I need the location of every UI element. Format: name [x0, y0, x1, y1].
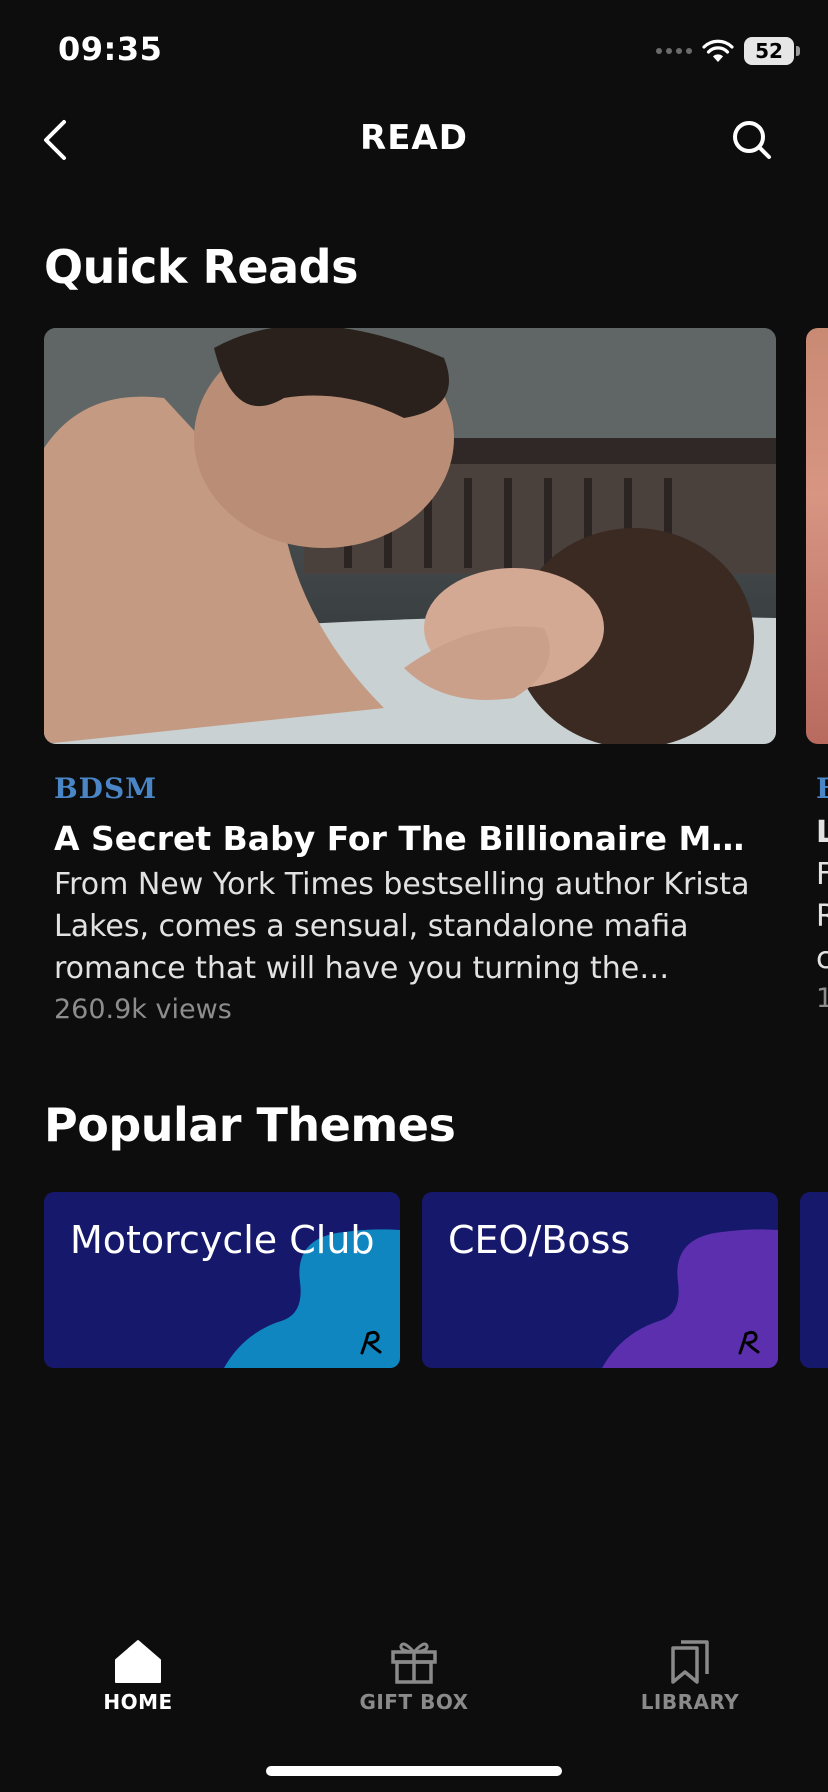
status-bar: 09:35 52 — [0, 0, 828, 100]
signal-icon — [656, 48, 692, 54]
quick-read-card[interactable]: BDSM A Secret Baby For The Billionaire M… — [44, 328, 776, 1025]
tab-gift-box[interactable]: GIFT BOX — [314, 1638, 514, 1714]
tab-library[interactable]: LIBRARY — [590, 1638, 790, 1714]
brand-logo-icon — [738, 1330, 760, 1355]
book-cover-image — [806, 328, 828, 744]
status-icons: 52 — [656, 34, 800, 68]
brand-logo-icon — [360, 1330, 382, 1355]
theme-card-motorcycle-club[interactable]: Motorcycle Club — [44, 1192, 400, 1368]
popular-themes-heading: Popular Themes — [44, 1098, 456, 1152]
book-description-line: c — [816, 941, 828, 976]
header: READ — [0, 110, 828, 170]
tab-label: LIBRARY — [640, 1690, 740, 1714]
battery-icon: 52 — [744, 37, 800, 65]
book-description-line: R — [816, 899, 828, 934]
genre-label: E — [816, 772, 828, 805]
theme-label: Motorcycle Club — [70, 1218, 375, 1262]
tab-label: GIFT BOX — [359, 1690, 469, 1714]
book-description-line: F — [816, 857, 828, 892]
view-count: 1. — [816, 983, 828, 1014]
home-icon — [115, 1640, 161, 1683]
bottom-tab-bar: HOME GIFT BOX LIBRARY — [0, 1620, 828, 1720]
theme-card-ceo-boss[interactable]: CEO/Boss — [422, 1192, 778, 1368]
bookmark-icon — [671, 1640, 709, 1684]
quick-read-card-peek[interactable]: E L F R c 1. — [806, 328, 828, 1025]
search-button[interactable] — [728, 116, 776, 164]
wifi-icon — [702, 39, 734, 62]
genre-label: BDSM — [54, 772, 158, 805]
book-title: L — [816, 815, 828, 850]
theme-label: CEO/Boss — [448, 1218, 631, 1262]
book-title: A Secret Baby For The Billionaire Mafia … — [54, 819, 766, 858]
tab-home[interactable]: HOME — [38, 1638, 238, 1714]
quick-reads-carousel[interactable]: BDSM A Secret Baby For The Billionaire M… — [44, 328, 828, 1028]
tab-label: HOME — [103, 1690, 173, 1714]
home-indicator[interactable] — [266, 1766, 562, 1776]
view-count: 260.9k views — [54, 994, 232, 1025]
search-icon — [733, 121, 771, 159]
theme-card-peek[interactable] — [800, 1192, 828, 1368]
book-description: From New York Times bestselling author K… — [54, 867, 750, 986]
book-cover-image — [44, 328, 776, 744]
popular-themes-carousel[interactable]: Motorcycle Club CEO/Boss — [44, 1192, 828, 1370]
status-time: 09:35 — [58, 30, 163, 68]
quick-reads-heading: Quick Reads — [44, 240, 358, 294]
page-title: READ — [360, 118, 468, 158]
gift-icon — [391, 1642, 437, 1684]
